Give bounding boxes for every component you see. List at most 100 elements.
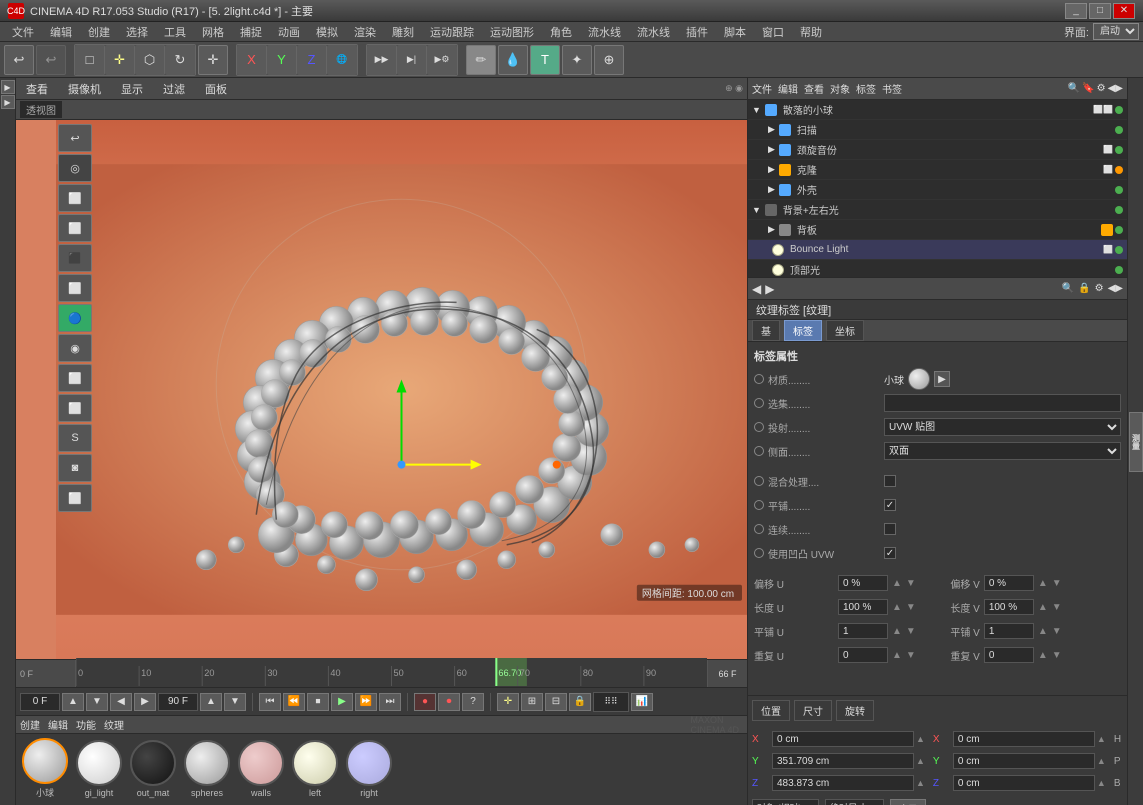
length-v-up[interactable]: ▲ (1038, 602, 1048, 613)
mat-tab-texture[interactable]: 纹理 (104, 717, 124, 732)
redo-button[interactable]: ↩ (36, 45, 66, 75)
left-tb-btn-2[interactable]: ▶ (1, 95, 15, 109)
menu-plugins[interactable]: 插件 (678, 22, 716, 42)
obj-row-5[interactable]: ▼ 背景+左右光 (748, 200, 1127, 220)
play-stop[interactable]: ⏹ (307, 693, 329, 711)
vtab-camera[interactable]: 摄像机 (62, 79, 107, 99)
menu-file[interactable]: 文件 (4, 22, 42, 42)
render-settings[interactable]: ▶⚙ (427, 45, 457, 75)
menu-animation[interactable]: 动画 (270, 22, 308, 42)
menu-window[interactable]: 窗口 (754, 22, 792, 42)
menu-select[interactable]: 选择 (118, 22, 156, 42)
side-select[interactable]: 双面 (884, 442, 1121, 460)
rec-btn[interactable]: ● (414, 693, 436, 711)
length-v-input[interactable] (984, 599, 1034, 615)
menu-edit[interactable]: 编辑 (42, 22, 80, 42)
menu-motion-track[interactable]: 运动跟踪 (422, 22, 482, 42)
axis-y-btn[interactable]: Y (267, 45, 297, 75)
length-u-down[interactable]: ▼ (906, 602, 916, 613)
obj-search-icon[interactable]: 🔍 (1068, 83, 1080, 94)
axis-z-btn[interactable]: Z (297, 45, 327, 75)
menu-create[interactable]: 创建 (80, 22, 118, 42)
mat-tab-edit[interactable]: 编辑 (48, 717, 68, 732)
obj-panel-icon[interactable]: ◀▶ (1108, 83, 1123, 94)
mat-item-1[interactable]: gi_light (76, 740, 122, 798)
vp-icon-1[interactable]: ◎ (58, 154, 92, 182)
texture-btn[interactable]: T (530, 45, 560, 75)
tile-u-up[interactable]: ▲ (892, 626, 902, 637)
obj-menu-edit[interactable]: 编辑 (778, 81, 798, 96)
repeat-u-down[interactable]: ▼ (906, 650, 916, 661)
left-tb-btn-1[interactable]: ▶ (1, 80, 15, 94)
render-to-po[interactable]: ▶| (397, 45, 427, 75)
end-step-down[interactable]: ▼ (224, 693, 246, 711)
obj-menu-tag[interactable]: 标签 (856, 81, 876, 96)
radio-side[interactable] (754, 446, 764, 456)
close-button[interactable]: ✕ (1113, 3, 1135, 19)
obj-row-6[interactable]: ▶ 背板 (748, 220, 1127, 240)
obj-bookmark-icon[interactable]: 🔖 (1082, 83, 1094, 94)
end-step-up[interactable]: ▲ (200, 693, 222, 711)
obj-row-8[interactable]: 顶部光 (748, 260, 1127, 277)
attr-back-btn[interactable]: ◀ (752, 282, 761, 296)
size-y-arrow[interactable]: ▲ (1097, 756, 1106, 766)
end-frame-input[interactable] (158, 693, 198, 711)
vp-icon-8[interactable]: ⬜ (58, 364, 92, 392)
tile-checkbox[interactable]: ✓ (884, 499, 896, 511)
offset-v-up[interactable]: ▲ (1038, 578, 1048, 589)
radio-bump-uvw[interactable] (754, 548, 764, 558)
vtab-view[interactable]: 查看 (20, 79, 54, 99)
object-mode-select[interactable]: 对象 (相对) (752, 799, 819, 805)
size-y-input[interactable] (953, 753, 1095, 769)
selection-input[interactable] (884, 394, 1121, 412)
attr-tab-tag[interactable]: 标签 (784, 320, 822, 341)
menu-pipeline2[interactable]: 流水线 (629, 22, 678, 42)
repeat-u-up[interactable]: ▲ (892, 650, 902, 661)
projection-select[interactable]: UVW 贴图 (884, 418, 1121, 436)
step-backward[interactable]: ⏪ (283, 693, 305, 711)
obj-row-2[interactable]: ▶ 颈旋音份 ⬜ (748, 140, 1127, 160)
rotate-tool[interactable]: ↻ (165, 45, 195, 75)
menu-render[interactable]: 渲染 (346, 22, 384, 42)
frame-step-up[interactable]: ▲ (62, 693, 84, 711)
obj-row-0[interactable]: ▼ 散落的小球 ⬜⬜ (748, 100, 1127, 120)
size-x-input[interactable] (953, 731, 1095, 747)
size-x-arrow[interactable]: ▲ (1097, 734, 1106, 744)
key-lock[interactable]: 🔒 (569, 693, 591, 711)
mat-item-0[interactable]: 小球 (22, 738, 68, 799)
plus-tool[interactable]: ✛ (198, 45, 228, 75)
menu-snap[interactable]: 捕捉 (232, 22, 270, 42)
length-u-up[interactable]: ▲ (892, 602, 902, 613)
render-btn[interactable]: ▶▶ (367, 45, 397, 75)
frame-input[interactable] (20, 693, 60, 711)
menu-mograph[interactable]: 运动图形 (482, 22, 542, 42)
goto-start[interactable]: ⏮ (259, 693, 281, 711)
extra-btn[interactable]: ⊕ (594, 45, 624, 75)
continuous-checkbox[interactable] (884, 523, 896, 535)
paint-btn[interactable]: ✏ (466, 45, 496, 75)
maximize-button[interactable]: □ (1089, 3, 1111, 19)
attr-lock-icon[interactable]: 🔒 (1078, 283, 1090, 294)
world-btn[interactable]: 🌐 (327, 45, 357, 75)
radio-continuous[interactable] (754, 524, 764, 534)
eyedropper-btn[interactable]: 💧 (498, 45, 528, 75)
mat-tab-func[interactable]: 功能 (76, 717, 96, 732)
obj-row-7[interactable]: Bounce Light ⬜ (748, 240, 1127, 260)
key-auto[interactable]: ⊟ (545, 693, 567, 711)
tile-u-down[interactable]: ▼ (906, 626, 916, 637)
select-tool[interactable]: □ (75, 45, 105, 75)
coord-tab-rot[interactable]: 旋转 (836, 700, 874, 721)
key-add[interactable]: ✛ (497, 693, 519, 711)
axis-x-btn[interactable]: X (237, 45, 267, 75)
obj-row-1[interactable]: ▶ 扫描 (748, 120, 1127, 140)
attr-fwd-btn[interactable]: ▶ (765, 282, 774, 296)
move-tool[interactable]: ✛ (105, 45, 135, 75)
apply-button[interactable]: 应用 (890, 799, 926, 805)
vp-icon-4[interactable]: ⬛ (58, 244, 92, 272)
material-select-btn[interactable]: ▶ (934, 371, 950, 387)
pos-y-arrow-up[interactable]: ▲ (916, 756, 925, 766)
auto-btn[interactable]: ⏺ (438, 693, 460, 711)
frame-step-down[interactable]: ▼ (86, 693, 108, 711)
obj-settings-icon[interactable]: ⚙ (1097, 83, 1106, 94)
obj-row-3[interactable]: ▶ 克隆 ⬜ (748, 160, 1127, 180)
